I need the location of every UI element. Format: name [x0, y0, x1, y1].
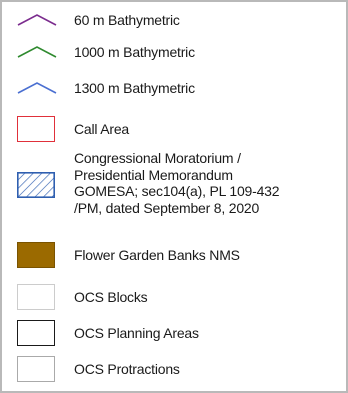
legend-item-call-area: Call Area [2, 114, 346, 144]
legend-label: 1300 m Bathymetric [74, 80, 195, 96]
map-legend: 60 m Bathymetric 1000 m Bathymetric 1300… [0, 0, 348, 393]
legend-item-ocs-blocks: OCS Blocks [2, 282, 346, 312]
legend-item-1000m-bathymetric: 1000 m Bathymetric [2, 40, 346, 64]
ocs-protractions-box-icon [17, 356, 55, 382]
ocs-blocks-box-icon [17, 284, 55, 310]
legend-label-line: Presidential Memorandum [74, 166, 233, 183]
legend-item-60m-bathymetric: 60 m Bathymetric [2, 8, 346, 32]
legend-item-1300m-bathymetric: 1300 m Bathymetric [2, 76, 346, 100]
legend-label: OCS Blocks [74, 289, 148, 305]
legend-label: Call Area [74, 121, 130, 137]
ocs-planning-areas-box-icon [17, 320, 55, 346]
legend-item-congressional-moratorium: Congressional Moratorium / Presidential … [2, 150, 346, 226]
moratorium-hatched-box-icon [17, 172, 55, 198]
legend-item-ocs-planning-areas: OCS Planning Areas [2, 318, 346, 348]
legend-label: OCS Protractions [74, 361, 180, 377]
legend-label: 60 m Bathymetric [74, 12, 180, 28]
legend-label-line: /PM, dated September 8, 2020 [74, 199, 260, 216]
bathymetric-1300m-line-icon [17, 82, 57, 94]
bathymetric-60m-line-icon [17, 14, 57, 26]
legend-item-flower-garden-banks: Flower Garden Banks NMS [2, 240, 346, 270]
call-area-box-icon [17, 116, 55, 142]
legend-label: OCS Planning Areas [74, 325, 199, 341]
flower-garden-banks-filled-box-icon [17, 242, 55, 268]
legend-label: 1000 m Bathymetric [74, 44, 195, 60]
legend-label: Flower Garden Banks NMS [74, 247, 240, 263]
legend-label-line: GOMESA; sec104(a), PL 109-432 [74, 183, 280, 199]
legend-label-line: Congressional Moratorium / [74, 150, 241, 166]
bathymetric-1000m-line-icon [17, 46, 57, 58]
legend-item-ocs-protractions: OCS Protractions [2, 354, 346, 384]
